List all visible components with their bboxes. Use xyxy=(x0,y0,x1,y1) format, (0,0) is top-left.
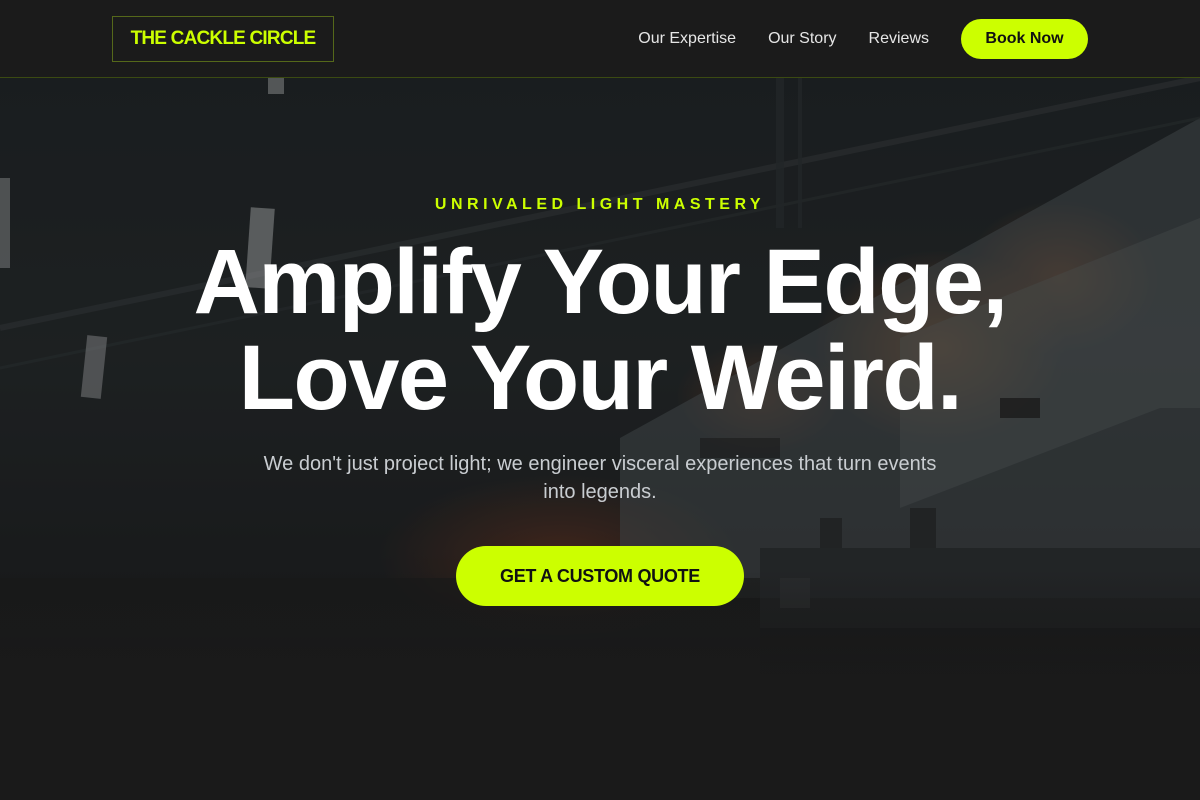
book-now-button[interactable]: Book Now xyxy=(961,19,1088,59)
nav-link-our-story[interactable]: Our Story xyxy=(768,30,836,48)
get-custom-quote-button[interactable]: GET A CUSTOM QUOTE xyxy=(456,546,744,606)
nav-link-reviews[interactable]: Reviews xyxy=(869,30,929,48)
hero-subtext: We don't just project light; we engineer… xyxy=(263,453,937,503)
nav-link-our-expertise[interactable]: Our Expertise xyxy=(638,30,736,48)
hero-headline: Amplify Your Edge, Love Your Weird. xyxy=(0,234,1200,426)
logo[interactable]: THE CACKLE CIRCLE xyxy=(112,16,334,62)
hero-section: UNRIVALED LIGHT MASTERY Amplify Your Edg… xyxy=(0,78,1200,690)
site-header: THE CACKLE CIRCLE Our Expertise Our Stor… xyxy=(0,0,1200,78)
hero-headline-line-2: Love Your Weird. xyxy=(238,327,963,429)
hero-headline-line-1: Amplify Your Edge, xyxy=(193,231,1008,333)
main-nav: Our Expertise Our Story Reviews Book Now xyxy=(638,19,1088,59)
page: THE CACKLE CIRCLE Our Expertise Our Stor… xyxy=(0,0,1200,800)
hero-eyebrow: UNRIVALED LIGHT MASTERY xyxy=(434,196,766,213)
